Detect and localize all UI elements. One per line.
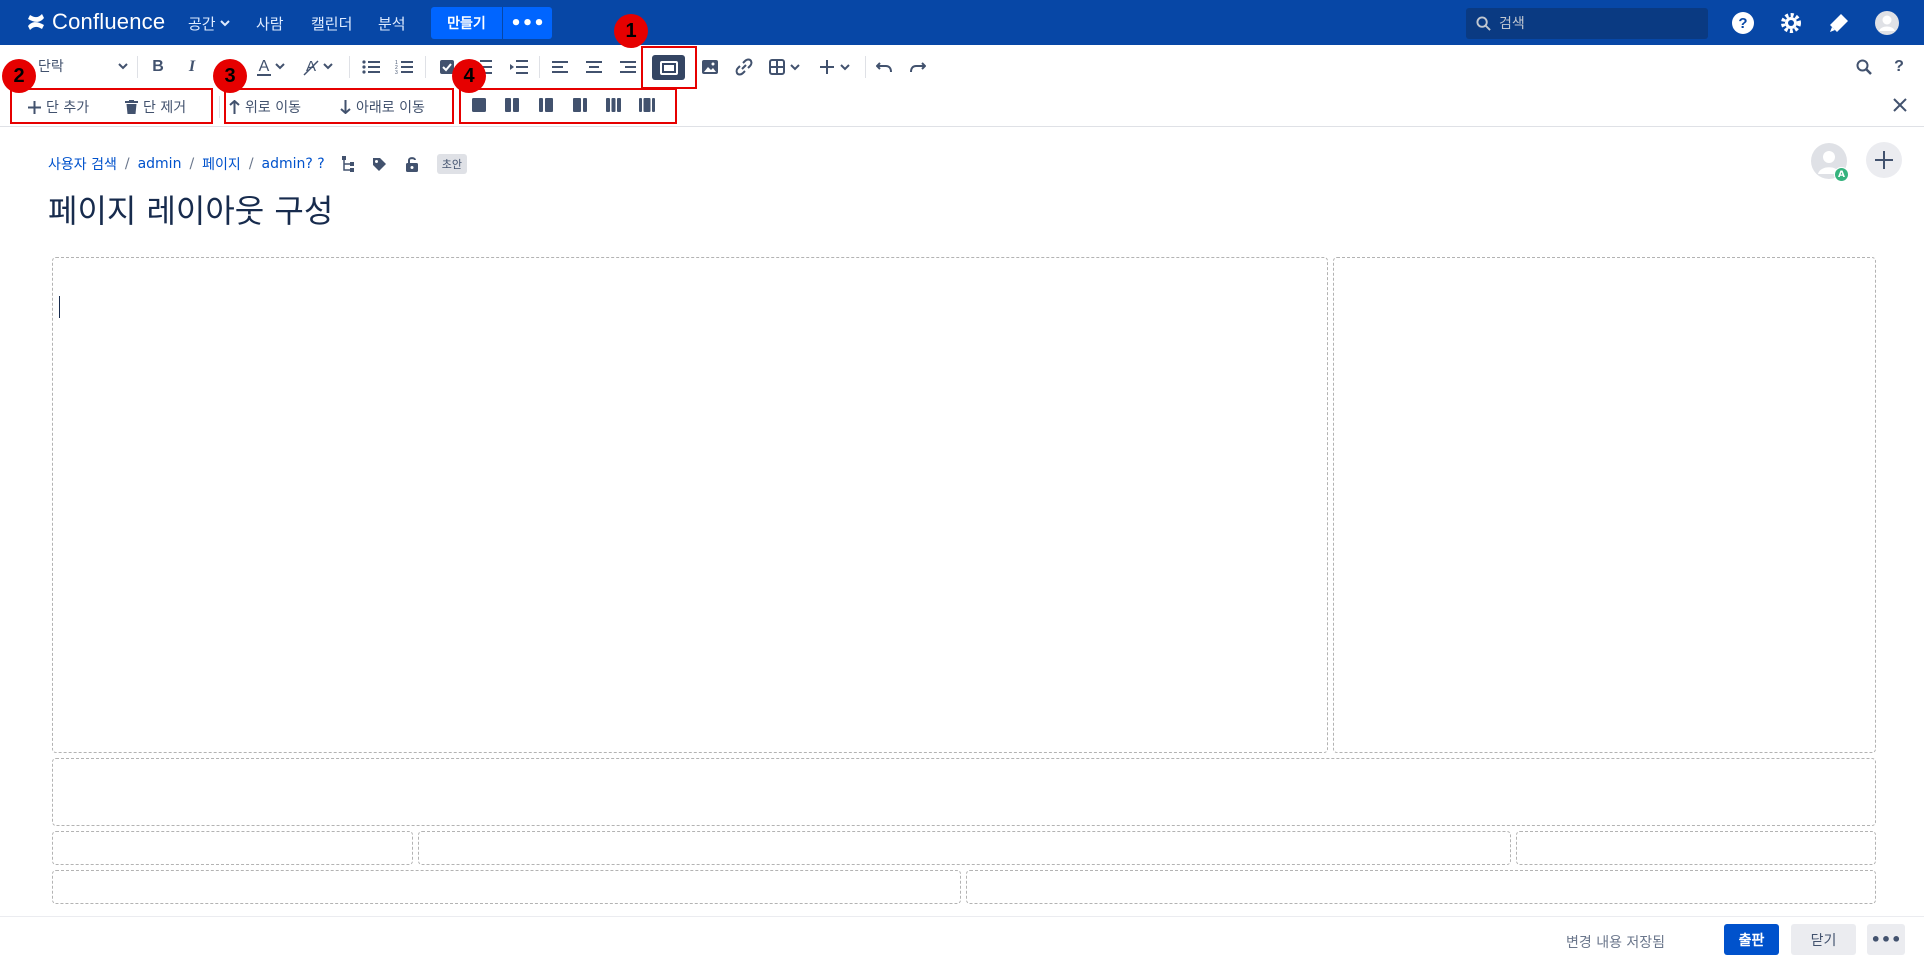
undo-icon[interactable] [873, 56, 895, 78]
chevron-down-icon [118, 63, 128, 70]
layout-section-3-column-2[interactable] [418, 831, 1511, 865]
layout-section-2-column-1[interactable] [52, 758, 1876, 826]
layout-section-1-column-1[interactable] [52, 257, 1328, 753]
chevron-down-icon [219, 20, 230, 27]
toolbar-divider [425, 56, 426, 78]
confluence-logo[interactable]: Confluence [26, 9, 165, 35]
text-color-button[interactable]: A [255, 55, 291, 79]
app-brand: Confluence [52, 9, 166, 34]
settings-gear-icon[interactable] [1778, 10, 1804, 36]
create-button[interactable]: 만들기 [431, 7, 502, 39]
clear-formatting-icon: A [303, 58, 333, 76]
save-status-text: 변경 내용 저장됨 [1566, 935, 1666, 951]
toolbar-divider [137, 56, 138, 78]
help-icon[interactable]: ? [1730, 10, 1756, 36]
svg-text:A: A [259, 58, 270, 75]
align-left-icon[interactable] [549, 56, 571, 78]
search-input[interactable] [1499, 15, 1689, 32]
breadcrumb-space[interactable]: 사용자 검색 [48, 154, 117, 174]
insert-image-icon[interactable] [699, 56, 721, 78]
plus-icon [820, 60, 850, 74]
insert-table-button[interactable] [768, 55, 806, 79]
annotation-badge-2: 2 [2, 59, 36, 93]
search-box[interactable] [1466, 8, 1708, 39]
breadcrumb-admin[interactable]: admin [138, 156, 182, 172]
insert-more-button[interactable] [818, 55, 856, 79]
nav-people-label: 사람 [256, 14, 284, 33]
search-icon [1476, 16, 1491, 31]
footer-more-options-button[interactable]: ••• [1867, 924, 1905, 955]
nav-spaces[interactable]: 공간 [188, 12, 230, 34]
svg-text:3: 3 [395, 70, 398, 75]
user-avatar-icon[interactable] [1874, 10, 1900, 36]
breadcrumb: 사용자 검색 / admin / 페이지 / admin? ? 초안 [48, 154, 467, 174]
svg-text:?: ? [1738, 15, 1747, 32]
numbered-list-icon[interactable]: 123 [393, 56, 415, 78]
toolbar-divider [539, 56, 540, 78]
clear-formatting-button[interactable]: A [301, 55, 339, 79]
layout-section-4-column-1[interactable] [52, 870, 961, 904]
notifications-megaphone-icon[interactable] [1826, 10, 1852, 36]
bold-icon[interactable]: B [148, 56, 168, 78]
restrictions-lock-icon[interactable] [403, 155, 421, 173]
redo-icon[interactable] [907, 56, 929, 78]
paragraph-style-select[interactable]: 단락 [20, 54, 128, 78]
layout-section-3-column-1[interactable] [52, 831, 413, 865]
nav-spaces-label: 공간 [188, 14, 216, 33]
create-more-button[interactable]: ••• [503, 7, 552, 39]
close-editor-button[interactable]: 닫기 [1791, 924, 1856, 955]
align-right-icon[interactable] [617, 56, 639, 78]
layout-section-1-column-2[interactable] [1333, 257, 1876, 753]
collaborator-initial-badge: A [1834, 167, 1849, 182]
find-replace-search-icon[interactable] [1853, 56, 1875, 78]
indent-icon[interactable] [508, 56, 530, 78]
invite-collaborator-button[interactable] [1866, 142, 1902, 178]
nav-analytics-label: 분석 [378, 14, 406, 33]
table-icon [769, 59, 800, 75]
plus-icon [1875, 151, 1893, 169]
align-center-icon[interactable] [583, 56, 605, 78]
breadcrumb-separator: / [124, 156, 130, 172]
top-navigation-bar: Confluence 공간 사람 캘린더 분석 만들기 ••• ? [0, 0, 1924, 45]
text-cursor [59, 296, 60, 318]
breadcrumb-pages[interactable]: 페이지 [202, 154, 241, 174]
toolbar-divider [219, 96, 220, 118]
insert-link-icon[interactable] [733, 56, 755, 78]
italic-icon[interactable]: I [182, 56, 202, 78]
publish-button[interactable]: 출판 [1724, 924, 1779, 955]
breadcrumb-separator: / [248, 156, 254, 172]
nav-analytics[interactable]: 분석 [378, 12, 406, 34]
nav-calendar-label: 캘린더 [311, 14, 353, 33]
text-color-icon: A [257, 58, 285, 76]
annotation-box-4 [459, 88, 677, 124]
annotation-box-3 [224, 88, 454, 124]
nav-calendar[interactable]: 캘린더 [311, 12, 352, 34]
breadcrumb-parent-page[interactable]: admin? ? [262, 156, 325, 172]
page-tree-icon[interactable] [339, 155, 357, 173]
nav-people[interactable]: 사람 [256, 12, 284, 34]
confluence-logo-icon [28, 14, 44, 30]
label-tag-icon[interactable] [371, 155, 389, 173]
editor-help-icon[interactable]: ? [1888, 56, 1910, 78]
annotation-box-2 [10, 88, 213, 124]
toolbar-divider [865, 56, 866, 78]
close-layout-toolbar-icon[interactable] [1889, 94, 1911, 116]
page-title[interactable]: 페이지 레이아웃 구성 [48, 186, 333, 232]
annotation-box-1 [641, 46, 697, 89]
draft-status-badge: 초안 [436, 154, 467, 174]
layout-section-4-column-2[interactable] [966, 870, 1876, 904]
toolbar-divider [349, 56, 350, 78]
annotation-badge-4: 4 [452, 59, 486, 93]
annotation-badge-3: 3 [213, 59, 247, 93]
layout-section-3-column-3[interactable] [1516, 831, 1876, 865]
paragraph-style-value: 단락 [38, 59, 64, 75]
bullet-list-icon[interactable] [360, 56, 382, 78]
annotation-badge-1: 1 [614, 14, 648, 48]
breadcrumb-separator: / [189, 156, 195, 172]
